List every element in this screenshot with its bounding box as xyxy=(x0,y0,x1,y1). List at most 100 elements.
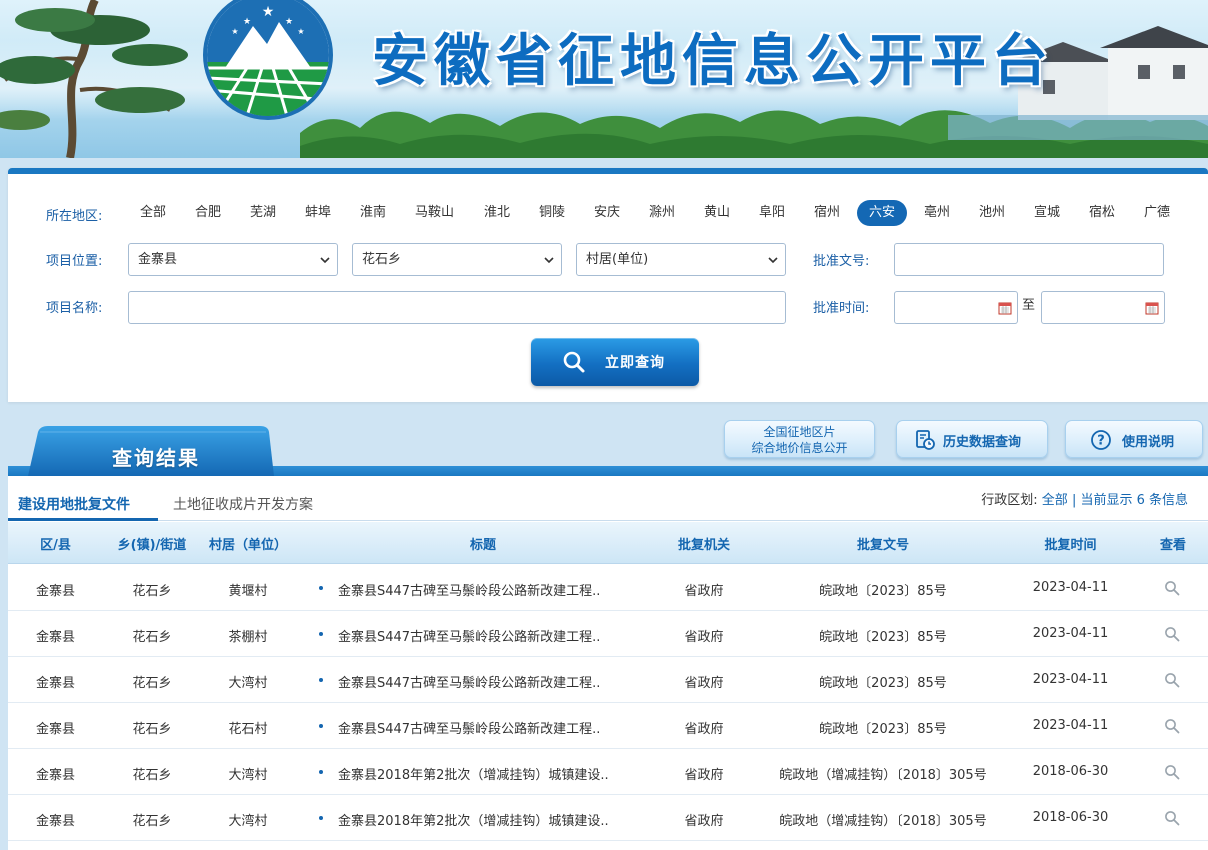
region-item-active[interactable]: 六安 xyxy=(857,200,908,226)
tab-land-expropriation-plan[interactable]: 土地征收成片开发方案 xyxy=(173,494,313,514)
cell-title[interactable]: 金寨县S447古碑至马鬃岭段公路新改建工程.. xyxy=(338,580,668,599)
cell-village: 茶棚村 xyxy=(228,630,268,645)
search-button[interactable]: 立即查询 xyxy=(531,338,699,386)
region-item[interactable]: 黄山 xyxy=(692,200,742,226)
magnifier-view-icon[interactable] xyxy=(1164,718,1180,734)
region-item[interactable]: 阜阳 xyxy=(747,200,797,226)
history-query-button[interactable]: 历史数据查询 xyxy=(896,420,1048,458)
cell-township: 花石乡 xyxy=(132,814,172,829)
region-item[interactable]: 宣城 xyxy=(1022,200,1072,226)
col-header-township: 乡(镇)/街道 xyxy=(117,538,187,553)
col-header-date: 批复时间 xyxy=(1044,538,1097,553)
col-header-title: 标题 xyxy=(469,538,496,553)
cell-date: 2018-06-30 xyxy=(1032,764,1109,779)
cell-township: 花石乡 xyxy=(132,722,172,737)
cell-village: 大湾村 xyxy=(228,814,268,829)
county-select[interactable]: 金寨县 xyxy=(128,243,338,276)
info-region[interactable]: 全部 xyxy=(1042,493,1068,508)
calendar-icon[interactable] xyxy=(998,301,1012,315)
table-row[interactable]: 金寨县 花石乡 大湾村 金寨县S447古碑至马鬃岭段公路新改建工程.. 省政府 皖政地〔2… xyxy=(8,657,1208,703)
region-item[interactable]: 滁州 xyxy=(637,200,687,226)
cell-county: 金寨县 xyxy=(35,722,75,737)
region-item[interactable]: 宿松 xyxy=(1077,200,1127,226)
cell-county: 金寨县 xyxy=(35,676,75,691)
region-item[interactable]: 马鞍山 xyxy=(403,200,466,226)
region-item[interactable]: 池州 xyxy=(967,200,1017,226)
cell-date: 2023-04-11 xyxy=(1032,672,1109,687)
region-item[interactable]: 淮南 xyxy=(348,200,398,226)
bullet-dot xyxy=(319,678,323,682)
help-label: 使用说明 xyxy=(1122,435,1175,450)
svg-text:★: ★ xyxy=(243,17,251,27)
cell-title[interactable]: 金寨县2018年第2批次（增减挂钩）城镇建设.. xyxy=(338,764,668,783)
cell-doc-no: 皖政地〔2023〕85号 xyxy=(819,676,947,691)
region-item[interactable]: 亳州 xyxy=(912,200,962,226)
region-item[interactable]: 合肥 xyxy=(183,200,233,226)
region-item[interactable]: 宿州 xyxy=(802,200,852,226)
cell-title[interactable]: 金寨县S447古碑至马鬃岭段公路新改建工程.. xyxy=(338,718,668,737)
cell-doc-no: 皖政地〔2023〕85号 xyxy=(819,584,947,599)
svg-text:?: ? xyxy=(1097,434,1105,449)
table-row[interactable]: 金寨县 花石乡 茶棚村 金寨县S447古碑至马鬃岭段公路新改建工程.. 省政府 皖政地〔2… xyxy=(8,611,1208,657)
cell-title[interactable]: 金寨县S447古碑至马鬃岭段公路新改建工程.. xyxy=(338,626,668,645)
help-icon: ? xyxy=(1091,430,1111,450)
project-name-label: 项目名称: xyxy=(46,301,103,316)
table-row[interactable]: 金寨县 花石乡 黄堰村 金寨县S447古碑至马鬃岭段公路新改建工程.. 省政府 皖政地〔2… xyxy=(8,565,1208,611)
approval-no-input[interactable] xyxy=(894,243,1164,276)
magnifier-view-icon[interactable] xyxy=(1164,810,1180,826)
cell-date: 2023-04-11 xyxy=(1032,580,1109,595)
project-name-input[interactable] xyxy=(128,291,786,324)
region-item[interactable]: 淮北 xyxy=(472,200,522,226)
cell-doc-no: 皖政地（增减挂钩）〔2018〕305号 xyxy=(779,814,987,829)
cell-village: 大湾村 xyxy=(228,768,268,783)
cell-doc-no: 皖政地（增减挂钩）〔2018〕305号 xyxy=(779,768,987,783)
region-item[interactable]: 安庆 xyxy=(582,200,632,226)
active-tab-underline xyxy=(8,518,158,521)
chevron-down-icon xyxy=(768,257,778,264)
cell-date: 2023-04-11 xyxy=(1032,718,1109,733)
table-row[interactable]: 金寨县 花石乡 大湾村 金寨县2018年第2批次（增减挂钩）城镇建设.. 省政府 皖政地（… xyxy=(8,795,1208,841)
help-button[interactable]: ? 使用说明 xyxy=(1065,420,1203,458)
bullet-dot xyxy=(319,724,323,728)
tab-construction-approval[interactable]: 建设用地批复文件 xyxy=(18,494,130,514)
cell-authority: 省政府 xyxy=(684,630,724,645)
cell-county: 金寨县 xyxy=(35,768,75,783)
col-header-doc-no: 批复文号 xyxy=(856,538,909,553)
svg-text:★: ★ xyxy=(231,27,238,36)
nationwide-btn-line2: 综合地价信息公开 xyxy=(751,441,848,455)
village-select[interactable]: 村居(单位) xyxy=(576,243,786,276)
start-date-input[interactable] xyxy=(894,291,1018,324)
region-item[interactable]: 铜陵 xyxy=(527,200,577,226)
cell-township: 花石乡 xyxy=(132,630,172,645)
col-header-view: 查看 xyxy=(1159,538,1186,553)
table-row[interactable]: 金寨县 花石乡 花石村 金寨县S447古碑至马鬃岭段公路新改建工程.. 省政府 皖政地〔2… xyxy=(8,703,1208,749)
calendar-icon[interactable] xyxy=(1145,301,1159,315)
cell-doc-no: 皖政地〔2023〕85号 xyxy=(819,722,947,737)
magnifier-view-icon[interactable] xyxy=(1164,672,1180,688)
township-select[interactable]: 花石乡 xyxy=(352,243,562,276)
cell-authority: 省政府 xyxy=(684,676,724,691)
magnifier-view-icon[interactable] xyxy=(1164,764,1180,780)
cell-village: 大湾村 xyxy=(228,676,268,691)
search-button-label: 立即查询 xyxy=(605,355,665,371)
approval-no-label: 批准文号: xyxy=(813,254,870,269)
cell-township: 花石乡 xyxy=(132,584,172,599)
cell-authority: 省政府 xyxy=(684,814,724,829)
cell-title[interactable]: 金寨县S447古碑至马鬃岭段公路新改建工程.. xyxy=(338,672,668,691)
cell-title[interactable]: 金寨县2018年第2批次（增减挂钩）城镇建设.. xyxy=(338,810,668,829)
region-item[interactable]: 广德 xyxy=(1132,200,1182,226)
cell-date: 2018-06-30 xyxy=(1032,810,1109,825)
bullet-dot xyxy=(319,586,323,590)
magnifier-view-icon[interactable] xyxy=(1164,580,1180,596)
end-date-input[interactable] xyxy=(1041,291,1165,324)
col-header-county: 区/县 xyxy=(40,538,71,553)
magnifier-view-icon[interactable] xyxy=(1164,626,1180,642)
nationwide-land-price-button[interactable]: 全国征地区片 综合地价信息公开 xyxy=(724,420,875,458)
region-item[interactable]: 蚌埠 xyxy=(293,200,343,226)
table-row[interactable]: 金寨县 花石乡 大湾村 金寨县2018年第2批次（增减挂钩）城镇建设.. 省政府 皖政地（… xyxy=(8,749,1208,795)
results-info: 行政区划: 全部 | 当前显示 6 条信息 xyxy=(981,489,1188,508)
region-item[interactable]: 全部 xyxy=(128,200,178,226)
site-banner: ★ ★ ★ ★ ★ 安徽省征地信息公开平台 xyxy=(0,0,1208,158)
cell-township: 花石乡 xyxy=(132,768,172,783)
region-item[interactable]: 芜湖 xyxy=(238,200,288,226)
